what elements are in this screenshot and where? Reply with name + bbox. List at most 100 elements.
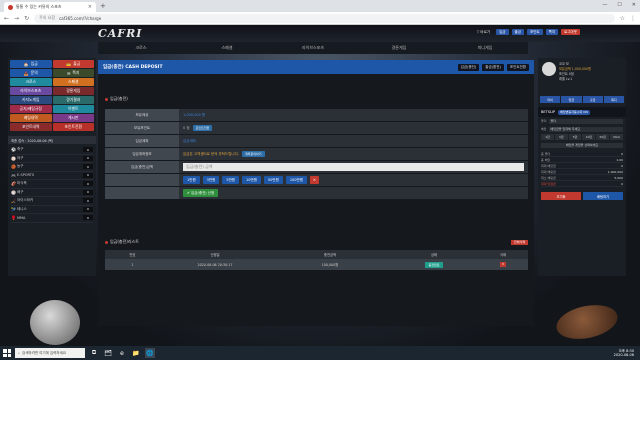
nav-cycle-game[interactable]: 경륜게임: [356, 42, 442, 54]
close-window-button[interactable]: ✕: [632, 2, 636, 8]
logout-button[interactable]: 로그아웃: [561, 29, 580, 35]
minimize-button[interactable]: —: [602, 2, 607, 8]
left-menu-button[interactable]: 경륜게임: [52, 87, 94, 95]
left-menu-button[interactable]: 베팅내역: [10, 114, 52, 122]
bet-amount-input[interactable]: 배당금을 입력해 주세요: [548, 126, 623, 132]
bet-30k-button[interactable]: 3만: [554, 134, 568, 140]
sport-name: 축구: [17, 147, 24, 152]
bet-10k-button[interactable]: 1만: [541, 134, 554, 140]
sport-item[interactable]: 🏐 배구 0: [11, 189, 93, 197]
sport-item[interactable]: 🥊 MMA 0: [11, 214, 93, 223]
panel-header-buttons: 입금(충전) 출금(환전) 포인트전환: [457, 63, 529, 71]
maximize-button[interactable]: ☐: [617, 2, 621, 8]
point-convert-button[interactable]: 포인트전환: [192, 125, 213, 131]
stat-row: 최대 당첨금 0: [541, 181, 623, 187]
left-menu-button[interactable]: 스페셜: [52, 78, 94, 86]
table-header-row: 번호 신청일 충전금액 상태 삭제: [105, 250, 528, 259]
amount-10k-button[interactable]: 1만원: [183, 176, 200, 184]
left-menu-button[interactable]: 카지노게임: [10, 96, 52, 104]
left-menu-button[interactable]: 공지/베팅규정: [10, 105, 52, 113]
left-menu-button[interactable]: 🏠 입금: [10, 60, 52, 68]
amount-500k-button[interactable]: 50만원: [263, 176, 283, 184]
row-delete-button[interactable]: ✕: [500, 262, 506, 267]
reload-icon[interactable]: ↻: [24, 15, 29, 22]
nav-cross[interactable]: 크로스: [98, 42, 184, 54]
back-icon[interactable]: ←: [4, 15, 9, 22]
bet-100k-button[interactable]: 10만: [582, 134, 596, 140]
withdraw-top-button[interactable]: 출금: [511, 29, 524, 35]
amount-1m-button[interactable]: 100만원: [285, 176, 307, 184]
left-menu-button[interactable]: 포인트내역: [10, 123, 52, 131]
bet-50k-button[interactable]: 5만: [568, 134, 582, 140]
left-menu-button[interactable]: 게시판: [52, 114, 94, 122]
left-menu-button[interactable]: ✉ 쪽지: [52, 69, 94, 77]
deposit-tab-button[interactable]: 입금(충전): [457, 63, 480, 71]
reset-button[interactable]: 초기화: [541, 192, 581, 200]
star-icon[interactable]: ☆: [620, 15, 625, 22]
nav-live-sports[interactable]: 라이브스포츠: [270, 42, 356, 54]
point-top-button[interactable]: 포인트: [526, 29, 543, 35]
left-menu-button[interactable]: 📥 문의: [10, 69, 52, 77]
tab-deposit[interactable]: 입금: [561, 96, 582, 103]
amount-clear-button[interactable]: ✕: [309, 176, 319, 184]
sport-item[interactable]: 🏒 아이스하키 0: [11, 197, 93, 206]
message-top-button[interactable]: 쪽지: [545, 29, 559, 35]
nav-special[interactable]: 스페셜: [184, 42, 270, 54]
label-amount: 입금(충전)금액: [105, 161, 179, 173]
forward-icon[interactable]: →: [14, 15, 19, 22]
left-menu-button[interactable]: 포인트전환: [52, 123, 94, 131]
tab-message[interactable]: 쪽지: [603, 96, 624, 103]
url-field[interactable]: 주의 요함 caf365.com/?/charge: [34, 13, 615, 23]
bet-500k-button[interactable]: 50만: [596, 134, 610, 140]
place-bet-button[interactable]: 배팅하기: [583, 192, 623, 200]
windows-taskbar: ⌕ 검색하려면 여기에 입력하세요 ⧉ 🗂 e 📁 🌐 오후 8:30 2020…: [0, 346, 640, 360]
folder-field[interactable]: 폴더: [548, 118, 623, 124]
sport-item[interactable]: 🏀 농구 0: [11, 163, 93, 172]
windows-start-icon[interactable]: [3, 349, 11, 357]
tab-withdraw[interactable]: 출금: [582, 96, 603, 103]
auto-accept-toggle[interactable]: 배당변동자동수락 ON: [558, 109, 590, 115]
sport-item[interactable]: ⚽ 축구 0: [11, 146, 93, 155]
left-menu-button[interactable]: 라이브스포츠: [10, 87, 52, 95]
new-tab-button[interactable]: +: [100, 2, 106, 10]
browser-tab[interactable]: 통통 수 있는 커뮤의 스포츠 ×: [4, 2, 96, 12]
edge-icon[interactable]: e: [117, 348, 127, 358]
taskbar-search[interactable]: ⌕ 검색하려면 여기에 입력하세요: [15, 348, 85, 358]
file-explorer-icon[interactable]: 🗂: [103, 348, 113, 358]
bet-max-button[interactable]: MAX: [610, 134, 623, 140]
left-menu-button[interactable]: 이벤트: [52, 105, 94, 113]
amount-30k-button[interactable]: 3만원: [202, 176, 220, 184]
left-menu-button[interactable]: 경기결과: [52, 96, 94, 104]
betslip-hint: 배당을 게임을 선택하세요: [538, 141, 626, 149]
sport-item[interactable]: 🎾 테니스 0: [11, 206, 93, 214]
nav-mini-game[interactable]: 미니게임: [442, 42, 528, 54]
left-menu-button[interactable]: 크로스: [10, 78, 52, 86]
close-tab-icon[interactable]: ×: [88, 4, 92, 10]
tab-my[interactable]: 마이: [540, 96, 561, 103]
folder-icon[interactable]: 📁: [131, 348, 141, 358]
task-view-icon[interactable]: ⧉: [89, 348, 99, 358]
delete-all-button[interactable]: 전체삭제: [510, 239, 528, 245]
panel-title: 입금(충전) CASH DEPOSIT: [103, 65, 163, 70]
withdraw-tab-button[interactable]: 출금(환전): [482, 63, 504, 71]
left-menu-button[interactable]: 💳 출금: [52, 60, 94, 68]
deposit-top-button[interactable]: 입금: [496, 29, 509, 35]
sport-name: E-SPORTS: [17, 173, 35, 178]
point-convert-tab-button[interactable]: 포인트전환: [506, 63, 529, 71]
deposit-submit-button[interactable]: ✔ 입금(충전) 신청: [183, 189, 219, 197]
panel-header: 입금(충전) CASH DEPOSIT 입금(충전) 출금(환전) 포인트전환: [98, 60, 534, 74]
chrome-icon[interactable]: 🌐: [145, 348, 155, 358]
site-logo[interactable]: CAFRI: [98, 27, 142, 40]
menu-icon[interactable]: ⋮: [630, 15, 636, 22]
th-delete: 삭제: [499, 253, 507, 257]
sport-item[interactable]: ⚾ 야구 0: [11, 155, 93, 163]
sport-item[interactable]: 🎮 E-SPORTS 0: [11, 172, 93, 180]
system-clock[interactable]: 오후 8:30 2020-08-06: [614, 349, 637, 358]
amount-input[interactable]: 입금(충전) 금액: [183, 163, 524, 171]
volleyball-image: [30, 300, 80, 345]
sport-item[interactable]: 🏈 미식축 0: [11, 180, 93, 189]
sport-count: 0: [83, 206, 93, 212]
account-inquiry-button[interactable]: 계좌문의하기: [241, 151, 265, 157]
amount-100k-button[interactable]: 10만원: [242, 176, 261, 184]
amount-50k-button[interactable]: 5만원: [222, 176, 240, 184]
